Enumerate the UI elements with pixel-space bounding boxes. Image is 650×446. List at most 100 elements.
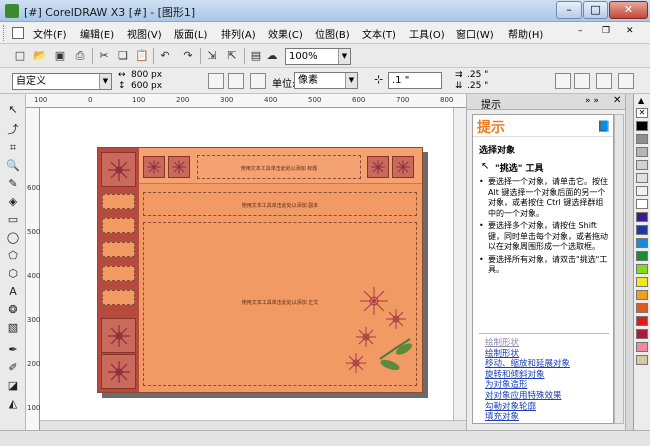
menu-effects[interactable]: 效果(C) [268, 26, 303, 41]
paper-preset-combo[interactable]: 自定义 ▼ [12, 73, 112, 90]
toolbar-grip[interactable] [3, 25, 6, 41]
interactive-fill-tool-icon[interactable]: ◭ [5, 396, 21, 412]
menu-arrange[interactable]: 排列(A) [221, 26, 256, 41]
undo-icon[interactable]: ↶ [157, 48, 173, 64]
vertical-scrollbar[interactable] [453, 108, 466, 420]
color-swatch[interactable] [636, 186, 648, 196]
side-button[interactable] [102, 290, 135, 305]
landscape-button[interactable] [228, 73, 244, 89]
portrait-button[interactable] [208, 73, 224, 89]
cut-icon[interactable]: ✂ [96, 48, 112, 64]
minimize-button[interactable]: – [556, 1, 582, 19]
new-icon[interactable]: □ [12, 48, 28, 64]
copy-icon[interactable]: ❏ [115, 48, 131, 64]
menu-edit[interactable]: 编辑(E) [80, 26, 114, 41]
doc-restore-button[interactable]: ❐ [602, 26, 610, 36]
shape-tool-icon[interactable]: ⤴ [5, 122, 21, 138]
open-icon[interactable]: 📂 [32, 48, 48, 64]
pick-tool-icon[interactable]: ↖ [5, 102, 21, 118]
snap-to-grid-button[interactable] [555, 73, 571, 89]
export-icon[interactable]: ⇱ [224, 48, 240, 64]
flower-tile[interactable] [168, 156, 190, 178]
menu-tools[interactable]: 工具(O) [409, 26, 445, 41]
redo-icon[interactable]: ↷ [180, 48, 196, 64]
side-button[interactable] [102, 242, 135, 257]
color-swatch[interactable] [636, 251, 648, 261]
help-book-icon[interactable]: 📘 [597, 120, 611, 133]
smart-fill-tool-icon[interactable]: ◈ [5, 194, 21, 210]
docker-close-icon[interactable]: ✕ [613, 95, 621, 106]
color-swatch[interactable] [636, 342, 648, 352]
color-swatch[interactable] [636, 212, 648, 222]
fill-tool-icon[interactable]: ◪ [5, 378, 21, 394]
outline-tool-icon[interactable]: ✐ [5, 360, 21, 376]
vertical-ruler[interactable]: 600 500 400 300 200 100 [26, 108, 40, 430]
text-tool-icon[interactable]: A [5, 284, 21, 300]
hint-link[interactable]: 绘制形状 [479, 338, 609, 349]
freehand-tool-icon[interactable]: ✎ [5, 176, 21, 192]
side-button[interactable] [102, 218, 135, 233]
color-swatch[interactable] [636, 147, 648, 157]
flower-tile[interactable] [392, 156, 414, 178]
flower-tile[interactable] [101, 318, 136, 353]
transparency-tool-icon[interactable]: ▧ [5, 320, 21, 336]
flower-tile[interactable] [101, 354, 136, 389]
docker-scrollbar[interactable] [614, 114, 624, 424]
color-swatch[interactable]: ✕ [636, 108, 648, 118]
nudge-offset-field[interactable]: .1 " [388, 72, 442, 89]
basic-shapes-tool-icon[interactable]: ⬡ [5, 266, 21, 282]
hint-link[interactable]: 勾勒对象轮廓 [479, 402, 609, 413]
interactive-blend-tool-icon[interactable]: ❂ [5, 302, 21, 318]
zoom-tool-icon[interactable]: 🔍 [5, 158, 21, 174]
horizontal-ruler[interactable]: 100 0 100 200 300 400 500 600 700 800 [26, 94, 466, 108]
paper-height-field[interactable]: 600 px [131, 81, 162, 91]
hint-link[interactable]: 移动、缩放和延展对象 [479, 359, 609, 370]
color-swatch[interactable] [636, 134, 648, 144]
chevron-down-icon[interactable]: ▼ [99, 74, 111, 89]
paste-icon[interactable]: 📋 [134, 48, 150, 64]
chevron-down-icon[interactable]: ▼ [345, 73, 357, 88]
design-template[interactable]: 使用文本工具单击此处以添加 标题 使用文本工具单击此处以添加 副本 使用文本工具… [97, 147, 423, 393]
color-swatch[interactable] [636, 264, 648, 274]
docker-arrows-icon[interactable]: » » [585, 96, 599, 106]
menu-help[interactable]: 帮助(H) [508, 26, 543, 41]
hint-link[interactable]: 填充对象 [479, 412, 609, 423]
menu-window[interactable]: 窗口(W) [456, 26, 494, 41]
polygon-tool-icon[interactable]: ⬠ [5, 248, 21, 264]
hint-link[interactable]: 旋转和倾斜对象 [479, 370, 609, 381]
color-swatch[interactable] [636, 173, 648, 183]
docker-tabs[interactable] [625, 94, 633, 430]
color-swatch[interactable] [636, 290, 648, 300]
side-button[interactable] [102, 194, 135, 209]
application-launcher-icon[interactable]: ▤ [248, 48, 264, 64]
menu-view[interactable]: 视图(V) [127, 26, 162, 41]
corel-online-icon[interactable]: ☁ [264, 48, 280, 64]
maximize-button[interactable]: □ [583, 1, 608, 19]
color-swatch[interactable] [636, 303, 648, 313]
color-swatch[interactable] [636, 225, 648, 235]
menu-layout[interactable]: 版面(L) [174, 26, 207, 41]
color-swatch[interactable] [636, 355, 648, 365]
hint-link[interactable]: 绘制形状 [479, 349, 609, 360]
duplicate-y-field[interactable]: .25 " [467, 81, 488, 91]
duplicate-x-field[interactable]: .25 " [467, 70, 488, 80]
flower-tile[interactable] [367, 156, 389, 178]
color-swatch[interactable] [636, 277, 648, 287]
all-pages-button[interactable] [250, 73, 266, 89]
flower-tile[interactable] [143, 156, 165, 178]
color-swatch[interactable] [636, 329, 648, 339]
close-button[interactable]: ✕ [609, 1, 648, 19]
color-swatch[interactable] [636, 238, 648, 248]
palette-scroll-up-icon[interactable]: ▲ [638, 96, 644, 105]
print-icon[interactable]: ⎙ [72, 48, 88, 64]
subtitle-placeholder[interactable]: 使用文本工具单击此处以添加 副本 [143, 192, 417, 216]
snap-to-objects-button[interactable] [596, 73, 612, 89]
snap-to-guidelines-button[interactable] [574, 73, 590, 89]
chevron-down-icon[interactable]: ▼ [338, 49, 350, 64]
doc-minimize-button[interactable]: – [578, 26, 583, 36]
import-icon[interactable]: ⇲ [204, 48, 220, 64]
hint-link[interactable]: 对对象应用特殊效果 [479, 391, 609, 402]
flower-tile[interactable] [101, 152, 136, 187]
crop-tool-icon[interactable]: ⌗ [5, 140, 21, 156]
title-placeholder[interactable]: 使用文本工具单击此处以添加 标题 [197, 155, 361, 179]
